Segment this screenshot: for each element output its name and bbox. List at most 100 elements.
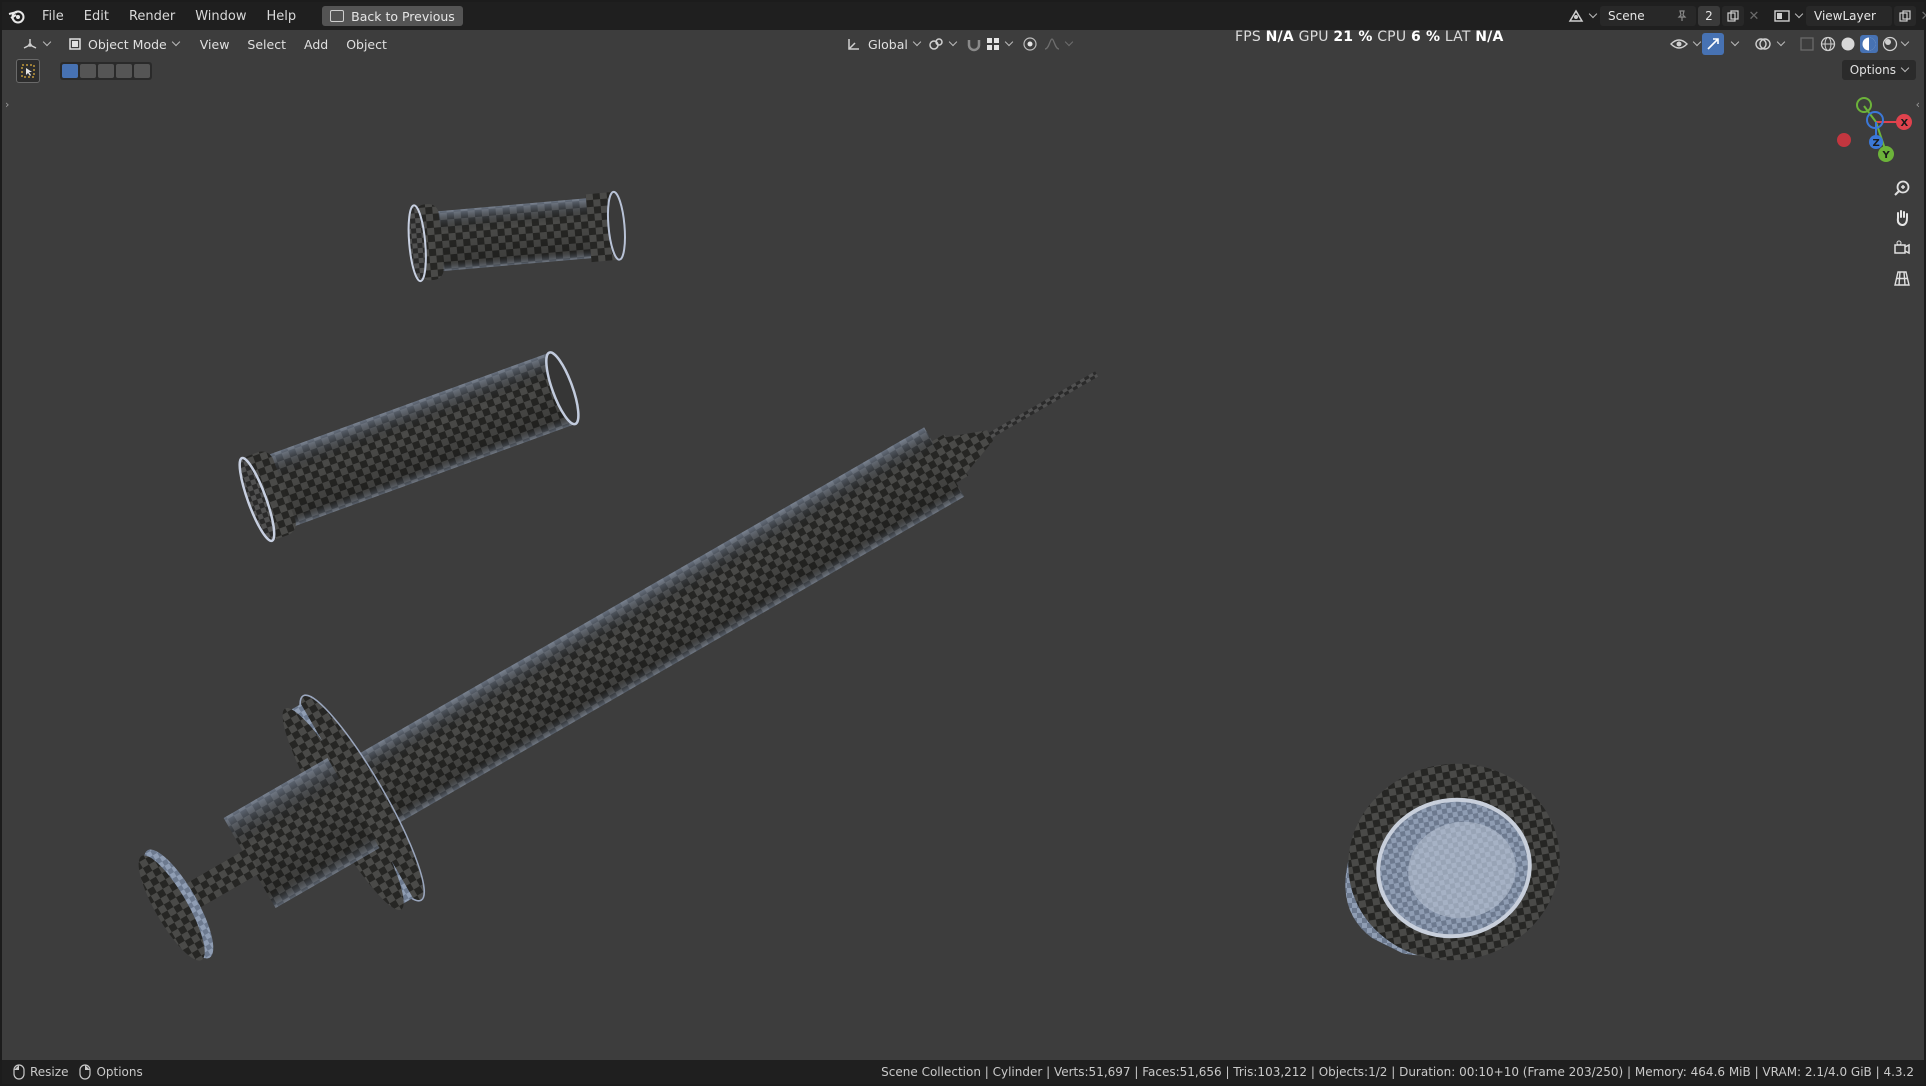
snap-target-selector[interactable] xyxy=(980,33,1018,55)
chevron-down-icon[interactable] xyxy=(1900,37,1910,47)
menu-add[interactable]: Add xyxy=(295,37,337,52)
editor-type-button[interactable] xyxy=(16,33,56,55)
view-layer-name-field[interactable]: ViewLayer xyxy=(1806,6,1892,26)
close-icon: ✕ xyxy=(1748,8,1760,24)
mode-selector[interactable]: Object Mode xyxy=(62,33,185,55)
viewport-header: Object Mode View Select Add Object Globa… xyxy=(2,30,1924,58)
chevron-down-icon xyxy=(912,37,922,47)
navigation-gizmo[interactable]: X Y Z xyxy=(1837,97,1912,162)
lat-label: LAT xyxy=(1444,29,1471,45)
scene-users-count[interactable]: 2 xyxy=(1698,6,1720,26)
fps-label: FPS xyxy=(1235,29,1261,45)
blender-window: File Edit Render Window Help Back to Pre… xyxy=(0,0,1926,1086)
3d-viewport-icon xyxy=(23,39,37,49)
barrel-tube-upper[interactable] xyxy=(406,187,628,283)
menu-select[interactable]: Select xyxy=(238,37,295,52)
solid-shading-icon[interactable] xyxy=(1840,36,1856,52)
camera-view-icon[interactable] xyxy=(1890,236,1914,260)
cap-ring-model[interactable] xyxy=(1333,747,1576,977)
perspective-grid-icon[interactable] xyxy=(1890,266,1914,290)
scene-name-field[interactable]: Scene xyxy=(1600,6,1696,26)
pivot-icon xyxy=(929,38,943,50)
proportional-edit-icon xyxy=(1023,37,1037,51)
orientation-global-icon xyxy=(848,39,859,50)
falloff-curve-icon xyxy=(1044,38,1060,50)
menu-edit[interactable]: Edit xyxy=(74,9,119,24)
overlays-toggle[interactable] xyxy=(1748,33,1790,55)
chevron-down-icon xyxy=(1776,37,1786,47)
back-to-previous-button[interactable]: Back to Previous xyxy=(322,6,463,26)
menu-window[interactable]: Window xyxy=(185,9,256,24)
scene-icon xyxy=(1568,9,1584,22)
top-bar: File Edit Render Window Help Back to Pre… xyxy=(2,2,1926,30)
rendered-shading-icon[interactable] xyxy=(1882,36,1898,52)
3d-viewport[interactable]: X Y Z xyxy=(2,58,1924,1062)
gpu-label: GPU xyxy=(1298,29,1329,45)
duplicate-icon xyxy=(1727,10,1739,22)
menu-render[interactable]: Render xyxy=(119,9,185,24)
scene-name: Scene xyxy=(1608,9,1645,23)
proportional-falloff-selector[interactable] xyxy=(1038,33,1078,55)
chevron-down-icon xyxy=(42,37,52,47)
object-mode-icon xyxy=(69,38,81,50)
pivot-point-selector[interactable] xyxy=(922,33,962,55)
menu-help[interactable]: Help xyxy=(257,9,307,24)
gizmo-toggle[interactable] xyxy=(1702,33,1724,55)
new-view-layer-button[interactable] xyxy=(1894,6,1916,26)
gizmo-neg-x-icon[interactable] xyxy=(1837,133,1851,147)
zoom-icon[interactable] xyxy=(1890,176,1914,200)
scene-statistics: Scene Collection | Cylinder | Verts:51,6… xyxy=(881,1065,1914,1079)
menu-object[interactable]: Object xyxy=(337,37,396,52)
mode-label: Object Mode xyxy=(88,36,167,52)
mouse-right-icon xyxy=(79,1064,92,1080)
view-layer-selector: ViewLayer ✕ xyxy=(1770,6,1926,26)
close-icon: ✕ xyxy=(1921,9,1926,24)
delete-scene-button[interactable]: ✕ xyxy=(1744,6,1764,26)
pin-icon[interactable] xyxy=(1676,10,1688,22)
overlays-icon xyxy=(1755,38,1771,50)
gizmo-x-label: X xyxy=(1901,118,1909,129)
mouse-left-icon xyxy=(13,1064,25,1080)
gizmo-neg-y-icon[interactable] xyxy=(1856,97,1872,113)
pan-hand-icon[interactable] xyxy=(1890,206,1914,230)
gpu-value: 21 % xyxy=(1333,29,1373,45)
scene-browse-button[interactable] xyxy=(1564,5,1600,27)
lat-value: N/A xyxy=(1475,29,1504,45)
menu-view[interactable]: View xyxy=(191,37,239,52)
gizmo-menu[interactable] xyxy=(1724,33,1740,55)
chevron-down-icon xyxy=(1692,37,1702,47)
status-bar: Resize Options Scene Collection | Cylind… xyxy=(2,1060,1924,1084)
chevron-down-icon xyxy=(1588,9,1598,19)
new-scene-button[interactable] xyxy=(1722,6,1744,26)
menu-file[interactable]: File xyxy=(32,9,74,24)
gizmo-y-label: Y xyxy=(1882,150,1891,161)
delete-view-layer-button[interactable]: ✕ xyxy=(1916,6,1926,26)
back-to-previous-label: Back to Previous xyxy=(351,8,455,24)
material-preview-shading-icon[interactable] xyxy=(1860,35,1878,53)
back-icon xyxy=(330,10,345,22)
duplicate-icon xyxy=(1899,10,1911,22)
orientation-label: Global xyxy=(868,36,908,52)
visibility-selector[interactable] xyxy=(1664,33,1706,55)
view-layer-name: ViewLayer xyxy=(1814,9,1876,23)
chevron-down-icon xyxy=(1730,37,1740,47)
gizmo-z-label: Z xyxy=(1873,138,1880,149)
view-layer-browse-button[interactable] xyxy=(1770,5,1806,27)
chevron-down-icon xyxy=(1794,9,1804,19)
blender-logo-icon[interactable] xyxy=(2,2,32,30)
eye-icon xyxy=(1670,39,1688,49)
chevron-down-icon xyxy=(1004,37,1014,47)
render-layers-icon xyxy=(1774,10,1790,22)
chevron-down-icon xyxy=(948,37,958,47)
cpu-value: 6 % xyxy=(1410,29,1441,45)
gizmo-icon xyxy=(1707,38,1719,50)
snap-increment-icon xyxy=(987,38,999,50)
shading-mode-buttons xyxy=(1820,33,1910,55)
wireframe-shading-icon[interactable] xyxy=(1820,36,1836,52)
xray-icon xyxy=(1800,37,1814,51)
chevron-down-icon xyxy=(171,37,180,47)
xray-toggle[interactable] xyxy=(1794,33,1820,55)
syringe-model[interactable] xyxy=(99,272,1156,1018)
transform-orientation-selector[interactable]: Global xyxy=(840,33,926,55)
barrel-tube-middle[interactable] xyxy=(233,344,586,544)
